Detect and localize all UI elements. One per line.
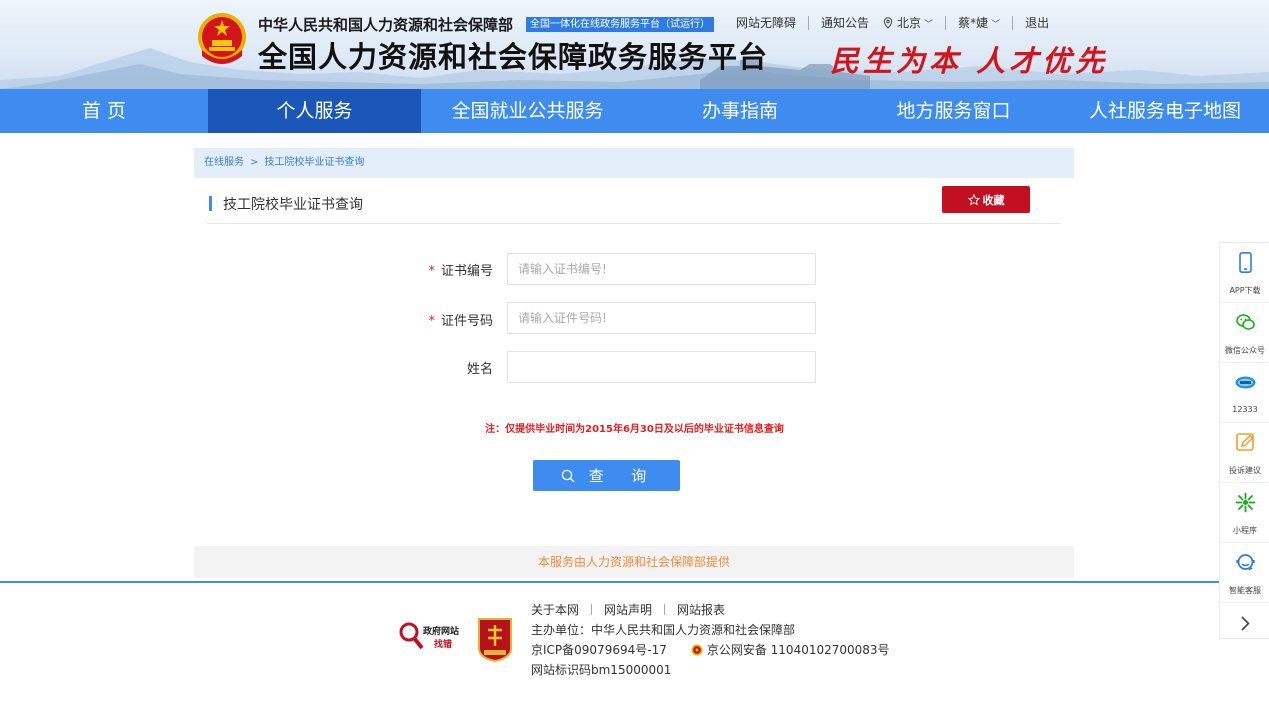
main-nav: 首 页 个人服务 全国就业公共服务 办事指南 地方服务窗口 人社服务电子地图 (0, 89, 1269, 133)
breadcrumb: 在线服务 > 技工院校毕业证书查询 (194, 148, 1074, 178)
breadcrumb-online-services[interactable]: 在线服务 (204, 157, 244, 168)
sidebar-app-download[interactable]: APP下载 (1220, 243, 1269, 303)
user-menu[interactable]: 蔡*婕 ﹀ (958, 14, 1000, 31)
id-number-label: * 证件号码 (393, 310, 493, 329)
sidebar-label: 小程序 (1233, 526, 1257, 535)
chevron-down-icon: ﹀ (924, 20, 934, 30)
sidebar-wechat[interactable]: 微信公众号 (1220, 303, 1269, 363)
edit-icon (1236, 433, 1254, 451)
nav-employment-services[interactable]: 全国就业公共服务 (421, 89, 634, 133)
footer-divider (0, 581, 1269, 583)
divider (1012, 15, 1014, 30)
sidebar-label: 投诉建议 (1229, 466, 1261, 475)
location-selector[interactable]: 北京 ﹀ (883, 14, 933, 31)
user-name: 蔡*婕 (958, 16, 989, 30)
party-organization-badge-icon[interactable] (476, 616, 514, 662)
nav-personal-services[interactable]: 个人服务 (208, 89, 421, 133)
title-accent-bar (209, 196, 212, 211)
certificate-number-input[interactable] (507, 253, 816, 285)
footer-host: 主办单位：中华人民共和国人力资源和社会保障部 (531, 623, 796, 637)
wechat-icon (1236, 314, 1255, 330)
footer-about-link[interactable]: 关于本网 (531, 603, 579, 617)
mini-program-icon (1235, 492, 1256, 513)
right-sidebar: APP下载 微信公众号 12333 投诉建议 小程序 智能客服 (1219, 242, 1269, 639)
favorite-button[interactable]: 收藏 (942, 186, 1030, 213)
id-number-label-text: 证件号码 (440, 314, 493, 329)
sidebar-mini-program[interactable]: 小程序 (1220, 483, 1269, 543)
divider (591, 604, 593, 615)
breadcrumb-separator: > (250, 157, 259, 168)
police-badge-icon (691, 644, 703, 656)
required-mark: * (428, 264, 435, 279)
service-provider-note: 本服务由人力资源和社会保障部提供 (194, 546, 1074, 578)
footer-info: 关于本网 网站声明 网站报表 主办单位：中华人民共和国人力资源和社会保障部 京ICP… (531, 600, 890, 680)
nav-local-windows[interactable]: 地方服务窗口 (846, 89, 1061, 133)
site-title: 全国人力资源和社会保障政务服务平台 (258, 40, 769, 74)
footer-icp[interactable]: 京ICP备09079694号-17 (531, 643, 667, 657)
footer-statement-link[interactable]: 网站声明 (604, 603, 652, 617)
certificate-number-label-text: 证书编号 (440, 264, 493, 279)
magnifier-logo-icon (399, 622, 424, 650)
page-title-row: 技工院校毕业证书查询 收藏 (207, 186, 1061, 224)
logout-link[interactable]: 退出 (1025, 14, 1049, 31)
name-label-text: 姓名 (466, 362, 493, 377)
star-icon (967, 193, 980, 206)
sidebar-label: 微信公众号 (1225, 346, 1265, 355)
location-pin-icon (883, 17, 893, 29)
sidebar-label: APP下载 (1229, 286, 1261, 295)
sidebar-customer-service[interactable]: 智能客服 (1220, 543, 1269, 603)
nav-service-map[interactable]: 人社服务电子地图 (1061, 89, 1269, 133)
breadcrumb-current[interactable]: 技工院校毕业证书查询 (264, 157, 364, 168)
query-button-label: 查 询 (588, 467, 653, 485)
sidebar-collapse-button[interactable] (1220, 608, 1269, 639)
chevron-down-icon: ﹀ (991, 20, 1001, 30)
national-emblem-icon (198, 13, 246, 64)
divider (808, 15, 810, 30)
notice-link[interactable]: 通知公告 (821, 14, 869, 31)
hotline-12333-icon (1235, 376, 1256, 389)
sidebar-label: 智能客服 (1229, 586, 1261, 595)
sidebar-12333[interactable]: 12333 (1220, 363, 1269, 423)
nav-home[interactable]: 首 页 (0, 89, 208, 133)
slogan: 民生为本 人才优先 (830, 44, 1109, 78)
beta-badge: 全国一体化在线政务服务平台（试运行） (526, 17, 714, 32)
id-number-input[interactable] (507, 302, 816, 334)
top-links: 网站无障碍 通知公告 北京 ﹀ 蔡*婕 ﹀ 退出 (736, 14, 1049, 31)
footer-report-link[interactable]: 网站报表 (677, 603, 725, 617)
query-note: 注：仅提供毕业时间为2015年6月30日及以后的毕业证书信息查询 (485, 424, 784, 435)
name-label: 姓名 (393, 358, 493, 377)
chevron-right-icon (1241, 616, 1250, 631)
gov-website-error-logo[interactable]: 政府网站 找错 (398, 619, 470, 653)
certificate-number-label: * 证书编号 (393, 260, 493, 279)
footer-site-code: 网站标识码bm15000001 (531, 663, 672, 677)
query-button[interactable]: 查 询 (533, 460, 680, 491)
accessibility-link[interactable]: 网站无障碍 (736, 14, 796, 31)
name-input[interactable] (507, 351, 816, 383)
gov-logo-line1: 政府网站 (423, 627, 460, 637)
nav-guide[interactable]: 办事指南 (634, 89, 846, 133)
page-title: 技工院校毕业证书查询 (223, 197, 363, 213)
customer-service-icon (1236, 554, 1255, 571)
favorite-label: 收藏 (982, 193, 1005, 207)
divider (664, 604, 666, 615)
site-subtitle: 中华人民共和国人力资源和社会保障部 (258, 16, 514, 34)
sidebar-label: 12333 (1232, 405, 1258, 414)
phone-icon (1239, 252, 1252, 273)
required-mark: * (428, 314, 435, 329)
divider (945, 15, 947, 30)
site-header: 中华人民共和国人力资源和社会保障部 全国一体化在线政务服务平台（试运行） 全国人… (0, 0, 1269, 89)
sidebar-complaints[interactable]: 投诉建议 (1220, 423, 1269, 483)
search-icon (561, 469, 575, 482)
footer-police-record[interactable]: 京公网安备 11040102700083号 (707, 643, 890, 657)
gov-logo-line2: 找错 (434, 640, 453, 650)
location-label: 北京 (897, 16, 922, 30)
